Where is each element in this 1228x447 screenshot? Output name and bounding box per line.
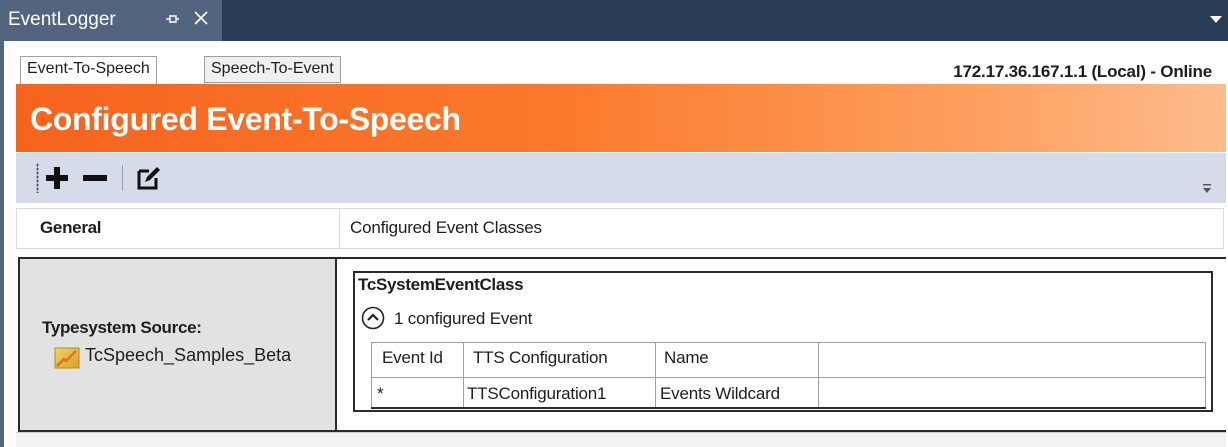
configured-event-count: 1 configured Event <box>394 309 533 328</box>
document-tab-strip: EventLogger <box>0 0 1228 41</box>
overflow-chevron-icon[interactable] <box>1210 16 1222 23</box>
header-configured-event-classes: Configured Event Classes <box>350 218 542 237</box>
typesystem-source-value[interactable]: TcSpeech_Samples_Beta <box>85 345 291 366</box>
table-row-bottom-border <box>371 407 1206 409</box>
page-banner: Configured Event-To-Speech <box>16 84 1226 152</box>
column-header-name[interactable]: Name <box>664 348 709 368</box>
remove-icon[interactable] <box>82 165 108 191</box>
edit-icon[interactable] <box>136 165 162 191</box>
event-class-name: TcSystemEventClass <box>358 275 524 294</box>
typesystem-icon <box>54 347 80 369</box>
toolbar <box>16 153 1226 203</box>
grid-header-row <box>16 208 1224 249</box>
typesystem-source-label: Typesystem Source: <box>42 318 202 337</box>
toolbar-grip[interactable] <box>36 163 39 193</box>
tab-speech-to-event[interactable]: Speech-To-Event <box>204 56 341 83</box>
pin-icon[interactable] <box>164 10 180 28</box>
cell-event-id[interactable]: * <box>377 384 384 404</box>
column-divider <box>463 342 464 408</box>
tab-event-to-speech[interactable]: Event-To-Speech <box>20 56 157 84</box>
connection-status: 172.17.36.167.1.1 (Local) - Online <box>953 62 1212 81</box>
header-divider <box>339 208 340 249</box>
grid-footer <box>16 432 1226 447</box>
column-header-tts-configuration[interactable]: TTS Configuration <box>473 348 608 368</box>
document-tab-eventlogger[interactable]: EventLogger <box>0 0 222 41</box>
toolbar-separator <box>122 165 123 191</box>
toolbar-overflow-icon[interactable] <box>1202 183 1212 195</box>
page-title: Configured Event-To-Speech <box>30 101 461 137</box>
add-icon[interactable] <box>44 165 70 191</box>
column-divider <box>818 342 819 408</box>
cell-tts-configuration[interactable]: TTSConfiguration1 <box>467 384 606 404</box>
cell-name[interactable]: Events Wildcard <box>660 384 780 404</box>
header-general: General <box>40 218 102 237</box>
close-icon[interactable] <box>192 9 210 27</box>
document-tab-title: EventLogger <box>8 9 116 30</box>
column-divider <box>655 342 656 408</box>
column-header-event-id[interactable]: Event Id <box>382 348 443 368</box>
collapse-chevron-icon[interactable] <box>361 306 385 330</box>
